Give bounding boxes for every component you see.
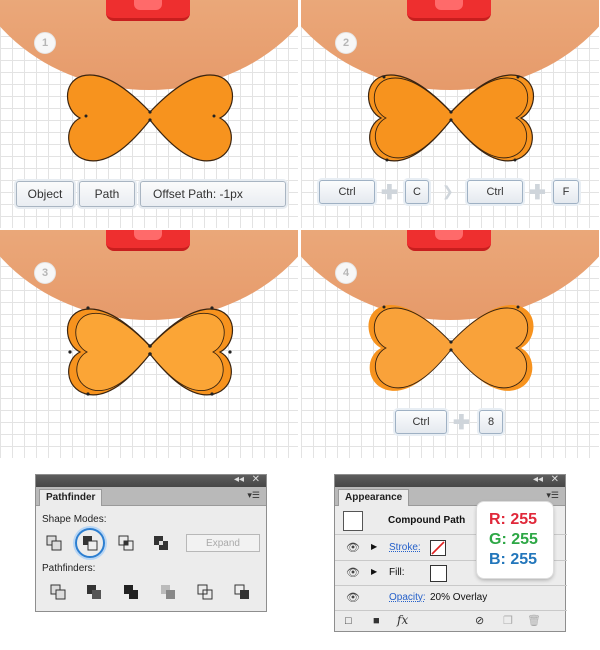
expand-arrow-icon[interactable]: ▶ (371, 542, 377, 551)
neck-tie (106, 230, 190, 251)
panel-titlebar: ◂◂ ✕ (36, 474, 266, 487)
eye-icon[interactable]: 👁 (346, 591, 360, 604)
panel-menu-icon[interactable]: ▾☰ (247, 490, 260, 501)
plus-icon: ✚ (453, 412, 470, 434)
new-fill-icon[interactable]: ■ (373, 615, 380, 627)
step-number-4: 4 (335, 262, 357, 284)
object-thumbnail (343, 511, 363, 531)
eye-icon[interactable]: 👁 (346, 566, 360, 579)
step-number-1: 1 (34, 32, 56, 54)
fill-swatch[interactable] (430, 565, 447, 582)
step-1-panel: 1 Object Path Offset Path: -1px (0, 0, 298, 228)
step-4-panel: 4 Ctrl ✚ 8 (301, 230, 599, 458)
expand-arrow-icon[interactable]: ▶ (371, 567, 377, 576)
unite-icon[interactable] (46, 535, 62, 551)
ctrl-key: Ctrl (395, 410, 447, 434)
bow-shape[interactable] (50, 60, 250, 170)
chevron-right-icon: ❯ (442, 183, 454, 199)
duplicate-icon[interactable]: ❐ (503, 614, 513, 627)
minus-back-icon[interactable] (234, 584, 250, 600)
blue-value: B: 255 (489, 551, 538, 568)
green-value: G: 255 (489, 531, 538, 548)
step-number-3: 3 (34, 262, 56, 284)
collapse-icon[interactable]: ◂◂ (533, 474, 543, 485)
tab-appearance[interactable]: Appearance (338, 489, 410, 506)
plus-icon: ✚ (381, 182, 398, 204)
path-menu-button[interactable]: Path (79, 181, 135, 207)
divide-icon[interactable] (50, 584, 66, 600)
object-menu-button[interactable]: Object (16, 181, 74, 207)
plus-icon: ✚ (529, 182, 546, 204)
color-value-tooltip: R: 255 G: 255 B: 255 (477, 502, 553, 578)
no-stroke-swatch-icon[interactable] (430, 540, 446, 556)
outline-icon[interactable] (197, 584, 213, 600)
bow-shape-offset[interactable] (351, 60, 551, 170)
minus-front-icon (83, 536, 98, 551)
clear-icon[interactable]: ⊘ (475, 614, 484, 627)
new-stroke-icon[interactable]: □ (345, 615, 352, 627)
close-icon[interactable]: ✕ (551, 474, 559, 485)
stroke-link[interactable]: Stroke: (389, 542, 421, 553)
trim-icon[interactable] (86, 584, 102, 600)
step-3-panel: 3 (0, 230, 298, 458)
compound-path-label: Compound Path (388, 515, 466, 526)
step-number-2: 2 (335, 32, 357, 54)
ctrl-key: Ctrl (467, 180, 523, 204)
eight-key: 8 (479, 410, 503, 434)
panel-titlebar: ◂◂ ✕ (335, 474, 565, 487)
opacity-link[interactable]: Opacity: (389, 592, 426, 603)
opacity-row[interactable]: 👁 Opacity: 20% Overlay (335, 586, 567, 611)
intersect-icon[interactable] (118, 535, 134, 551)
fill-label: Fill: (389, 567, 405, 578)
fx-button[interactable]: fx (397, 613, 408, 627)
bow-shape-selected[interactable] (50, 294, 250, 404)
neck-tie (106, 0, 190, 21)
eye-icon[interactable]: 👁 (346, 541, 360, 554)
offset-path-button[interactable]: Offset Path: -1px (140, 181, 286, 207)
appearance-footer: □ ■ fx ⊘ ❐ 🗑 (335, 612, 565, 632)
collapse-icon[interactable]: ◂◂ (234, 474, 244, 485)
panel-tabbar: Pathfinder ▾☰ (36, 487, 266, 506)
panel-menu-icon[interactable]: ▾☰ (546, 490, 559, 501)
ctrl-key: Ctrl (319, 180, 375, 204)
minus-front-button[interactable] (75, 528, 105, 558)
expand-button[interactable]: Expand (186, 534, 260, 552)
merge-icon[interactable] (123, 584, 139, 600)
red-value: R: 255 (489, 511, 538, 528)
neck-tie (407, 0, 491, 21)
step-2-panel: 2 Ctrl ✚ C ❯ Ctrl ✚ F (301, 0, 599, 228)
neck-tie (407, 230, 491, 251)
delete-icon[interactable]: 🗑 (527, 614, 541, 627)
opacity-value: 20% Overlay (430, 592, 488, 603)
pathfinders-label: Pathfinders: (42, 563, 96, 574)
exclude-icon[interactable] (153, 535, 169, 551)
bow-shape-highlight[interactable] (351, 290, 551, 400)
tab-pathfinder[interactable]: Pathfinder (39, 489, 103, 506)
c-key: C (405, 180, 429, 204)
f-key: F (553, 180, 579, 204)
shape-modes-label: Shape Modes: (42, 514, 107, 525)
pathfinder-panel: ◂◂ ✕ Pathfinder ▾☰ Shape Modes: Expand P… (35, 474, 267, 612)
close-icon[interactable]: ✕ (252, 474, 260, 485)
crop-icon[interactable] (160, 584, 176, 600)
